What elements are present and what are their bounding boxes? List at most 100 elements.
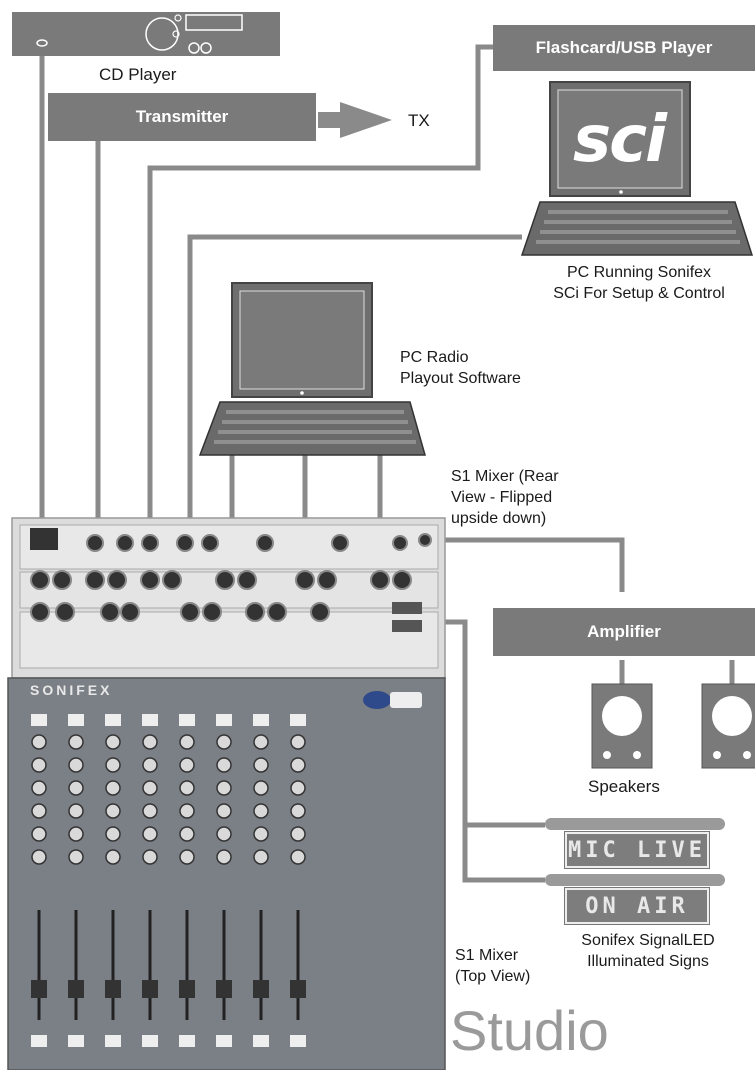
- channel-knob[interactable]: [68, 734, 84, 750]
- fader-cap[interactable]: [142, 980, 158, 998]
- channel-button-4[interactable]: [142, 714, 158, 726]
- channel-button-7[interactable]: [253, 714, 269, 726]
- channel-knob[interactable]: [142, 826, 158, 842]
- channel-knob[interactable]: [179, 780, 195, 796]
- channel-knob[interactable]: [142, 803, 158, 819]
- channel-knob[interactable]: [179, 849, 195, 865]
- fader-cap[interactable]: [31, 980, 47, 998]
- fader-track: [259, 910, 263, 1020]
- cd-player-icon: [12, 12, 280, 56]
- pc-playout-label-line2: Playout Software: [400, 370, 521, 387]
- fader-cap[interactable]: [179, 980, 195, 998]
- channel-knob[interactable]: [31, 826, 47, 842]
- pc-sci-label-line2: SCi For Setup & Control: [553, 285, 725, 302]
- channel-button-8[interactable]: [290, 714, 306, 726]
- fader-track: [74, 910, 78, 1020]
- channel-knob[interactable]: [179, 803, 195, 819]
- channel-on-button[interactable]: [179, 1035, 195, 1047]
- studio-label: Studio: [450, 999, 609, 1062]
- channel-knob[interactable]: [253, 734, 269, 750]
- cable-on-air: [440, 619, 545, 883]
- mixer-top-label-line2: (Top View): [455, 968, 531, 985]
- channel-knob[interactable]: [179, 757, 195, 773]
- channel-knob[interactable]: [105, 803, 121, 819]
- channel-knob[interactable]: [68, 780, 84, 796]
- channel-knob[interactable]: [31, 757, 47, 773]
- fader-cap[interactable]: [216, 980, 232, 998]
- channel-knob[interactable]: [253, 757, 269, 773]
- channel-knob[interactable]: [105, 849, 121, 865]
- channel-knob[interactable]: [105, 780, 121, 796]
- channel-on-button[interactable]: [253, 1035, 269, 1047]
- channel-knob[interactable]: [31, 780, 47, 796]
- fader-cap[interactable]: [253, 980, 269, 998]
- mixer-rear-label-line1: S1 Mixer (Rear: [451, 468, 559, 485]
- channel-knob[interactable]: [179, 734, 195, 750]
- on-air-sign-text: ON AIR: [564, 887, 710, 925]
- channel-on-button[interactable]: [68, 1035, 84, 1047]
- mixer-rear-label: S1 Mixer (Rear View - Flipped upside dow…: [451, 466, 559, 529]
- fader-track: [222, 910, 226, 1020]
- channel-knob[interactable]: [68, 826, 84, 842]
- channel-knob[interactable]: [68, 757, 84, 773]
- tx-label: TX: [408, 111, 430, 130]
- channel-knob[interactable]: [105, 826, 121, 842]
- transmitter-box: Transmitter: [48, 93, 316, 141]
- channel-knob[interactable]: [290, 734, 306, 750]
- channel-knob[interactable]: [142, 849, 158, 865]
- channel-knob[interactable]: [290, 803, 306, 819]
- channel-knob[interactable]: [216, 803, 232, 819]
- channel-knob[interactable]: [216, 849, 232, 865]
- channel-knob[interactable]: [290, 757, 306, 773]
- fader-cap[interactable]: [68, 980, 84, 998]
- channel-button-5[interactable]: [179, 714, 195, 726]
- speakers-label: Speakers: [588, 777, 660, 796]
- fader-cap[interactable]: [290, 980, 306, 998]
- channel-on-button[interactable]: [31, 1035, 47, 1047]
- channel-knob[interactable]: [253, 780, 269, 796]
- channel-knob[interactable]: [290, 826, 306, 842]
- channel-knob[interactable]: [253, 803, 269, 819]
- fader-cap[interactable]: [105, 980, 121, 998]
- mixer-top-label: S1 Mixer (Top View): [455, 945, 530, 987]
- fader-track: [185, 910, 189, 1020]
- mixer-rear-label-line3: upside down): [451, 510, 547, 527]
- channel-knob[interactable]: [142, 780, 158, 796]
- channel-on-button[interactable]: [142, 1035, 158, 1047]
- channel-on-button[interactable]: [216, 1035, 232, 1047]
- channel-knob[interactable]: [253, 826, 269, 842]
- pc-sci-label: PC Running Sonifex SCi For Setup & Contr…: [529, 262, 749, 304]
- mixer-brand-label: SONIFEX: [30, 682, 113, 698]
- channel-knob[interactable]: [216, 734, 232, 750]
- channel-knob[interactable]: [105, 734, 121, 750]
- pc-sci-label-line1: PC Running Sonifex: [566, 264, 712, 281]
- channel-knob[interactable]: [216, 780, 232, 796]
- channel-on-button[interactable]: [290, 1035, 306, 1047]
- cd-player-label: CD Player: [99, 65, 177, 84]
- channel-knob[interactable]: [142, 734, 158, 750]
- channel-knob[interactable]: [290, 780, 306, 796]
- channel-knob[interactable]: [216, 757, 232, 773]
- channel-knob[interactable]: [216, 826, 232, 842]
- fader-track: [296, 910, 300, 1020]
- channel-knob[interactable]: [68, 803, 84, 819]
- channel-knob[interactable]: [142, 757, 158, 773]
- channel-knob[interactable]: [68, 849, 84, 865]
- pc-playout-label: PC Radio Playout Software: [400, 347, 521, 389]
- channel-knob[interactable]: [31, 849, 47, 865]
- channel-knob[interactable]: [105, 757, 121, 773]
- channel-on-button[interactable]: [105, 1035, 121, 1047]
- channel-button-3[interactable]: [105, 714, 121, 726]
- speaker-right-icon: [701, 683, 755, 769]
- channel-knob[interactable]: [31, 734, 47, 750]
- channel-knob[interactable]: [290, 849, 306, 865]
- sci-logo: sci: [573, 103, 667, 177]
- channel-button-6[interactable]: [216, 714, 232, 726]
- channel-knob[interactable]: [31, 803, 47, 819]
- fader-track: [111, 910, 115, 1020]
- channel-knob[interactable]: [253, 849, 269, 865]
- channel-button-2[interactable]: [68, 714, 84, 726]
- channel-knob[interactable]: [179, 826, 195, 842]
- channel-button-1[interactable]: [31, 714, 47, 726]
- signs-label-line2: Illuminated Signs: [587, 953, 709, 970]
